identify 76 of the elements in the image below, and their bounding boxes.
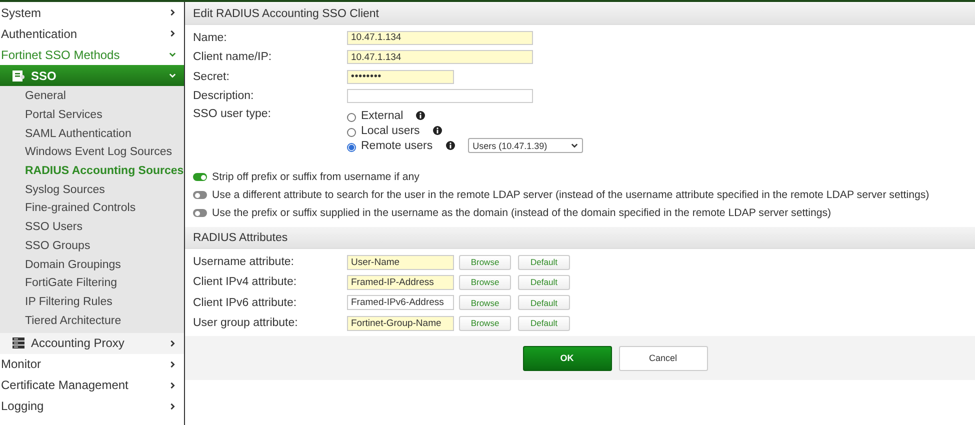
toggle-switch[interactable]: [193, 173, 207, 181]
default-button[interactable]: Default: [518, 254, 570, 270]
sidebar-subitem[interactable]: Syslog Sources: [0, 180, 184, 200]
sidebar-item[interactable]: Monitor: [0, 354, 184, 375]
document-icon: [12, 70, 25, 82]
input-field[interactable]: 10.47.1.134: [347, 50, 533, 64]
field-label: Username attribute:: [193, 256, 295, 268]
field-label: User group attribute:: [193, 317, 299, 330]
toggle-label: Strip off prefix or suffix from username if any: [212, 171, 420, 183]
browse-button[interactable]: Browse: [459, 295, 511, 310]
sidebar-subitem[interactable]: Domain Groupings: [0, 255, 184, 274]
sidebar-subitem[interactable]: SSO Users: [0, 218, 184, 236]
sidebar-subitem[interactable]: Portal Services: [0, 106, 184, 124]
sidebar-item[interactable]: Authentication: [0, 23, 184, 44]
input-field[interactable]: Framed-IP-Address: [347, 274, 454, 290]
field-label: Client IPv6 attribute:: [193, 296, 298, 309]
radio-button[interactable]: [347, 128, 356, 136]
radio-button[interactable]: [347, 112, 356, 122]
chevron-right-icon: [169, 382, 176, 389]
password-field[interactable]: ••••••••: [347, 70, 454, 84]
chevron-right-icon: [169, 360, 176, 368]
chevron-right-icon: [169, 30, 176, 37]
chevron-right-icon: [169, 9, 176, 16]
sidebar-item[interactable]: SSO: [0, 65, 184, 86]
browse-button[interactable]: Browse: [459, 254, 511, 270]
info-icon: [416, 111, 426, 120]
sidebar-subitem[interactable]: IP Filtering Rules: [0, 292, 184, 312]
input-field[interactable]: User-Name: [347, 254, 454, 270]
field-label: Secret:: [193, 70, 230, 83]
sidebar-item[interactable]: Accounting Proxy: [0, 332, 184, 354]
sidebar-subitem[interactable]: SAML Authentication: [0, 124, 184, 144]
default-button[interactable]: Default: [518, 274, 570, 290]
chevron-down-icon: [169, 72, 176, 79]
info-icon: [432, 126, 442, 135]
toggle-switch[interactable]: [193, 191, 207, 199]
field-label: Description:: [193, 90, 255, 102]
browse-button[interactable]: Browse: [459, 316, 511, 331]
section-header: RADIUS Attributes: [185, 227, 975, 249]
sidebar-item[interactable]: System: [0, 2, 184, 23]
sidebar-item[interactable]: Certificate Management: [0, 374, 184, 396]
chevron-right-icon: [169, 340, 176, 347]
chevron-right-icon: [169, 402, 176, 410]
field-label: SSO user type:: [193, 108, 272, 122]
sidebar-subitem[interactable]: FortiGate Filtering: [0, 274, 184, 293]
radio-label: Remote users: [361, 140, 433, 152]
browse-button[interactable]: Browse: [459, 274, 511, 290]
sidebar-subitem[interactable]: SSO Groups: [0, 236, 184, 256]
ok-button[interactable]: OK: [522, 346, 612, 371]
sidebar-subitem[interactable]: Tiered Architecture: [0, 311, 184, 330]
server-icon: [12, 337, 25, 350]
default-button[interactable]: Default: [518, 295, 570, 310]
sidebar-subitem[interactable]: General: [0, 87, 184, 106]
radio-label: Local users: [361, 124, 420, 136]
info-icon: [446, 141, 455, 150]
radio-button[interactable]: [347, 142, 356, 152]
toggle-switch[interactable]: [193, 209, 207, 217]
toggle-label: Use the prefix or suffix supplied in the username as the domain (instead of the domain specified in the remote LDAP server settings): [212, 207, 832, 219]
toggle-label: Use a different attribute to search for the user in the remote LDAP server (instead of the username attribute specified in the remote LDAP server settings): [212, 189, 930, 201]
cancel-button[interactable]: Cancel: [618, 346, 708, 371]
field-label: Name:: [193, 32, 228, 44]
default-button[interactable]: Default: [518, 316, 570, 331]
input-field[interactable]: [347, 89, 533, 104]
sidebar-item[interactable]: Logging: [0, 396, 184, 417]
field-label: Client IPv4 attribute:: [193, 276, 298, 288]
dropdown[interactable]: Users (10.47.1.39): [468, 138, 583, 153]
field-label: Client name/IP:: [193, 51, 273, 64]
chevron-down-icon: [169, 51, 176, 58]
sidebar-subitem[interactable]: Fine-grained Controls: [0, 199, 184, 218]
sidebar-item[interactable]: Fortinet SSO Methods: [0, 44, 184, 65]
chevron-down-icon: [570, 142, 578, 149]
input-field[interactable]: Fortinet-Group-Name: [347, 316, 454, 331]
input-field[interactable]: 10.47.1.134: [347, 30, 533, 45]
radio-label: External: [361, 110, 404, 122]
panel-header: Edit RADIUS Accounting SSO Client: [185, 3, 975, 25]
sidebar-subitem[interactable]: Windows Event Log Sources: [0, 143, 184, 162]
input-field[interactable]: Framed-IPv6-Address: [347, 295, 454, 310]
